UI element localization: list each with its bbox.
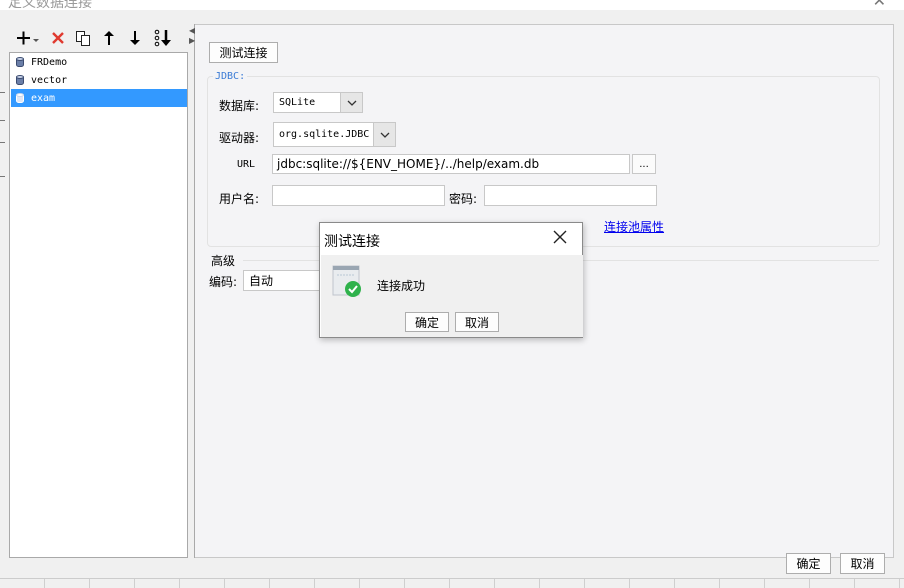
database-select[interactable]: SQLite: [273, 92, 363, 113]
move-down-icon[interactable]: [127, 28, 143, 48]
database-icon: [16, 93, 24, 103]
password-label: 密码:: [449, 192, 478, 206]
modal-cancel-button[interactable]: 取消: [455, 312, 499, 332]
cancel-button[interactable]: 取消: [840, 553, 885, 574]
connection-item-selected[interactable]: exam: [11, 89, 187, 107]
encoding-label: 编码:: [209, 275, 238, 289]
delete-icon[interactable]: [49, 28, 67, 48]
add-dropdown-icon[interactable]: [15, 28, 41, 48]
driver-label: 驱动器:: [219, 131, 260, 145]
driver-select[interactable]: org.sqlite.JDBC: [273, 122, 396, 147]
test-connection-dialog: 测试连接 连接成功 确定 取消: [319, 222, 583, 338]
url-input[interactable]: jdbc:sqlite://${ENV_HOME}/../help/exam.d…: [272, 154, 630, 174]
username-input[interactable]: [272, 185, 445, 206]
chevron-down-icon[interactable]: [340, 93, 362, 112]
connection-pool-link[interactable]: 连接池属性: [604, 218, 664, 235]
connection-toolbar: [9, 24, 189, 52]
close-icon[interactable]: [552, 229, 568, 245]
test-connection-button[interactable]: 测试连接: [209, 42, 278, 63]
jdbc-group-legend: JDBC:: [213, 71, 248, 82]
encoding-value: 自动: [249, 274, 274, 288]
database-label: 数据库:: [219, 99, 260, 113]
url-browse-button[interactable]: ...: [632, 154, 656, 174]
window-close-icon[interactable]: ✕: [873, 0, 886, 10]
connection-item[interactable]: FRDemo: [11, 53, 187, 71]
database-icon: [16, 75, 24, 85]
connection-name: vector: [31, 74, 68, 86]
driver-value: org.sqlite.JDBC: [279, 129, 370, 140]
ok-button[interactable]: 确定: [786, 553, 831, 574]
advanced-section-title: 高级: [211, 254, 236, 268]
connection-name: FRDemo: [31, 56, 68, 68]
success-check-icon: [332, 265, 362, 299]
database-icon: [16, 57, 24, 67]
background-window-edge: [0, 80, 6, 220]
connection-tree: FRDemo vector exam: [9, 52, 188, 558]
modal-title: 测试连接: [324, 234, 380, 250]
connection-item[interactable]: vector: [11, 71, 187, 89]
modal-body: 连接成功 确定 取消: [321, 255, 583, 337]
sort-icon[interactable]: [152, 28, 174, 48]
move-up-icon[interactable]: [101, 28, 117, 48]
copy-icon[interactable]: [74, 28, 92, 48]
password-input[interactable]: [484, 185, 657, 206]
connection-list-panel: FRDemo vector exam: [9, 24, 189, 558]
connection-name: exam: [31, 92, 56, 104]
encoding-select[interactable]: 自动: [243, 270, 323, 291]
background-spreadsheet-grid: [0, 578, 904, 588]
url-label: URL: [237, 159, 256, 170]
modal-ok-button[interactable]: 确定: [405, 312, 449, 332]
window-title: 定义数据连接: [8, 0, 92, 10]
username-label: 用户名:: [219, 192, 260, 206]
window-titlebar: 定义数据连接 ✕: [0, 0, 904, 10]
modal-message: 连接成功: [377, 279, 426, 293]
database-value: SQLite: [279, 97, 316, 108]
chevron-down-icon[interactable]: [373, 123, 395, 146]
